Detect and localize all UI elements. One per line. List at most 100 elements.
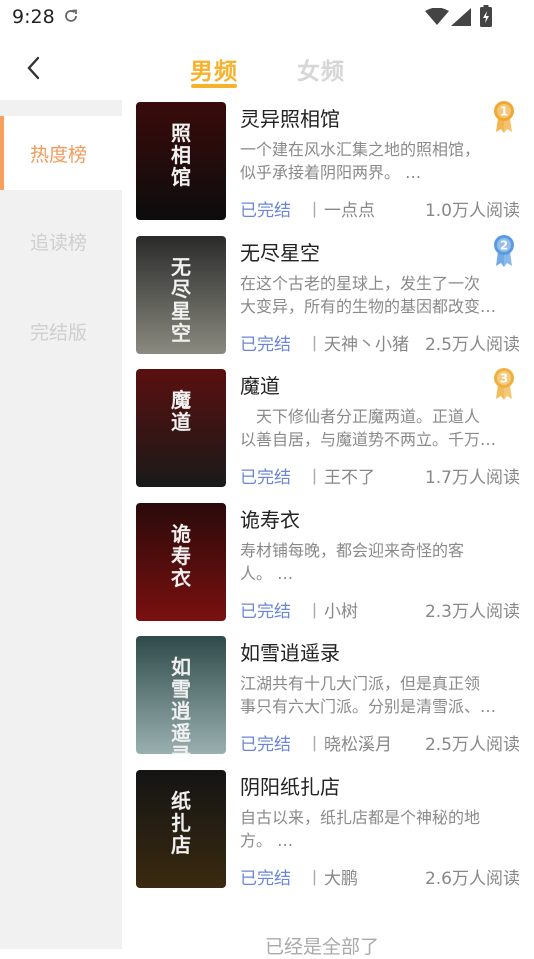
svg-text:道: 道 — [171, 410, 191, 434]
svg-text:衣: 衣 — [171, 566, 191, 590]
wifi-icon — [425, 8, 449, 25]
svg-text:店: 店 — [171, 833, 191, 857]
book-description: 一个建在风水汇集之地的照相馆， 似乎承接着阴阳两界。 … — [240, 138, 520, 184]
svg-text:纸: 纸 — [171, 789, 191, 813]
sidebar-item-follow[interactable]: 追读榜 — [0, 204, 122, 278]
book-description-line: 以善自居，与魔道势不两立。千万… — [240, 430, 497, 449]
back-arrow-icon[interactable] — [22, 54, 46, 82]
book-status: 已完结 — [240, 735, 291, 755]
book-title[interactable]: 阴阳纸扎店 — [240, 771, 340, 800]
book-description-line: 天下修仙者分正魔两道。正道人 — [240, 407, 481, 426]
meta-separator: 丨 — [306, 201, 323, 221]
book-cover[interactable]: 照相馆 — [136, 102, 226, 220]
tab-male[interactable]: 男频 — [190, 52, 238, 86]
rank-number: 3 — [500, 372, 508, 386]
list-end-text: 已经是全部了 — [265, 936, 380, 958]
svg-text:扎: 扎 — [171, 811, 191, 835]
meta-separator: 丨 — [306, 468, 323, 488]
svg-text:照: 照 — [171, 121, 191, 145]
book-author: 天神丶小猪 — [324, 334, 409, 355]
book-item[interactable]: 无尽星空 无尽星空 在这个古老的星球上，发生了一次 大变异，所有的生物的基因都改… — [122, 234, 534, 359]
svg-text:空: 空 — [171, 321, 191, 345]
book-title[interactable]: 无尽星空 — [240, 237, 320, 266]
status-time: 9:28 — [12, 6, 55, 28]
signal-icon — [451, 8, 471, 26]
book-author: 小树 — [324, 601, 358, 622]
book-author: 一点点 — [324, 201, 375, 221]
book-description-line: 人。 … — [240, 563, 294, 583]
book-title[interactable]: 魔道 — [240, 370, 280, 399]
book-cover[interactable]: 如雪逍遥录 — [136, 636, 226, 754]
book-title[interactable]: 灵异照相馆 — [240, 103, 340, 132]
book-description: 在这个古老的星球上，发生了一次 大变异，所有的生物的基因都改变… — [240, 272, 520, 318]
book-item[interactable]: 魔道 魔道 天下修仙者分正魔两道。正道人 以善自居，与魔道势不两立。千万… 已完… — [122, 367, 534, 492]
book-status: 已完结 — [240, 201, 291, 221]
book-description-line: 大变异，所有的生物的基因都改变… — [240, 296, 497, 316]
meta-separator: 丨 — [306, 334, 323, 355]
book-cover[interactable]: 纸扎店 — [136, 769, 226, 888]
svg-text:诡: 诡 — [171, 522, 191, 546]
svg-text:相: 相 — [171, 143, 191, 167]
rank-medal-icon: 2 — [494, 234, 514, 267]
book-description-line: 寿材铺每晚，都会迎来奇怪的客 — [240, 540, 465, 560]
book-description: 自古以来，纸扎店都是个神秘的地 方。 … — [240, 806, 520, 852]
book-author: 大鹏 — [324, 868, 358, 889]
svg-text:无: 无 — [171, 255, 191, 279]
book-item[interactable]: 照相馆 灵异照相馆 一个建在风水汇集之地的照相馆， 似乎承接着阴阳两界。 … 已… — [122, 100, 534, 225]
book-readers: 2.5万人阅读 — [424, 735, 520, 755]
svg-text:逍: 逍 — [171, 699, 191, 723]
tab-female[interactable]: 女频 — [297, 52, 345, 86]
top-nav: 男频 女频 — [0, 40, 534, 96]
book-readers: 2.5万人阅读 — [424, 334, 520, 355]
book-meta: 已完结 丨 天神丶小猪 2.5万人阅读 — [240, 330, 520, 355]
svg-text:雪: 雪 — [171, 677, 191, 701]
book-meta: 已完结 丨 晓松溪月 2.5万人阅读 — [240, 730, 520, 755]
book-cover[interactable]: 无尽星空 — [136, 235, 226, 354]
rank-medal-icon: 3 — [494, 368, 514, 400]
book-meta: 已完结 丨 王不了 1.7万人阅读 — [240, 463, 520, 488]
book-item[interactable]: 诡寿衣 诡寿衣 寿材铺每晚，都会迎来奇怪的客 人。 … 已完结 丨 小树 2.3… — [122, 501, 534, 626]
status-bar: 9:28 — [0, 0, 534, 36]
book-status: 已完结 — [240, 468, 291, 488]
book-cover[interactable]: 诡寿衣 — [136, 502, 226, 621]
svg-text:遥: 遥 — [171, 721, 191, 745]
book-meta: 已完结 丨 一点点 1.0万人阅读 — [240, 196, 520, 221]
svg-text:如: 如 — [171, 655, 191, 679]
book-readers: 2.3万人阅读 — [424, 601, 520, 622]
book-description-line: 江湖共有十几大门派，但是真正领 — [240, 674, 481, 693]
book-status: 已完结 — [240, 868, 291, 889]
book-title[interactable]: 如雪逍遥录 — [240, 637, 340, 666]
sidebar-item-hot[interactable]: 热度榜 — [0, 116, 122, 190]
ranking-sidebar: 热度榜 追读榜 完结版 — [0, 100, 122, 949]
sidebar-item-label: 追读榜 — [30, 232, 88, 254]
book-description-line: 自古以来，纸扎店都是个神秘的地 — [240, 807, 481, 827]
sidebar-item-finished[interactable]: 完结版 — [0, 294, 122, 368]
svg-text:魔: 魔 — [171, 388, 191, 412]
book-description-line: 方。 … — [240, 830, 294, 850]
book-author: 晓松溪月 — [324, 735, 392, 755]
book-description: 天下修仙者分正魔两道。正道人 以善自居，与魔道势不两立。千万… — [240, 405, 520, 451]
book-description-line: 似乎承接着阴阳两界。 … — [240, 163, 422, 182]
book-readers: 1.0万人阅读 — [424, 201, 520, 221]
svg-text:馆: 馆 — [171, 165, 191, 189]
sidebar-item-label: 热度榜 — [30, 144, 88, 166]
battery-icon — [480, 5, 492, 27]
rank-number: 1 — [500, 105, 508, 119]
book-item[interactable]: 纸扎店 阴阳纸扎店 自古以来，纸扎店都是个神秘的地 方。 … 已完结 丨 大鹏 … — [122, 768, 534, 893]
book-title[interactable]: 诡寿衣 — [240, 504, 300, 533]
book-cover[interactable]: 魔道 — [136, 369, 226, 487]
book-meta: 已完结 丨 大鹏 2.6万人阅读 — [240, 864, 520, 889]
book-description-line: 事只有六大门派。分别是清雪派、… — [240, 697, 497, 716]
book-readers: 1.7万人阅读 — [424, 468, 520, 488]
tab-indicator — [191, 84, 237, 88]
svg-text:寿: 寿 — [171, 544, 191, 568]
meta-separator: 丨 — [306, 735, 323, 755]
sync-icon — [65, 9, 77, 22]
book-item[interactable]: 如雪逍遥录 如雪逍遥录 江湖共有十几大门派，但是真正领 事只有六大门派。分别是清… — [122, 634, 534, 759]
rank-medal-icon: 1 — [494, 101, 514, 133]
book-status: 已完结 — [240, 601, 291, 622]
meta-separator: 丨 — [306, 868, 323, 889]
book-description: 寿材铺每晚，都会迎来奇怪的客 人。 … — [240, 539, 520, 585]
book-meta: 已完结 丨 小树 2.3万人阅读 — [240, 597, 520, 622]
svg-text:录: 录 — [171, 743, 191, 754]
